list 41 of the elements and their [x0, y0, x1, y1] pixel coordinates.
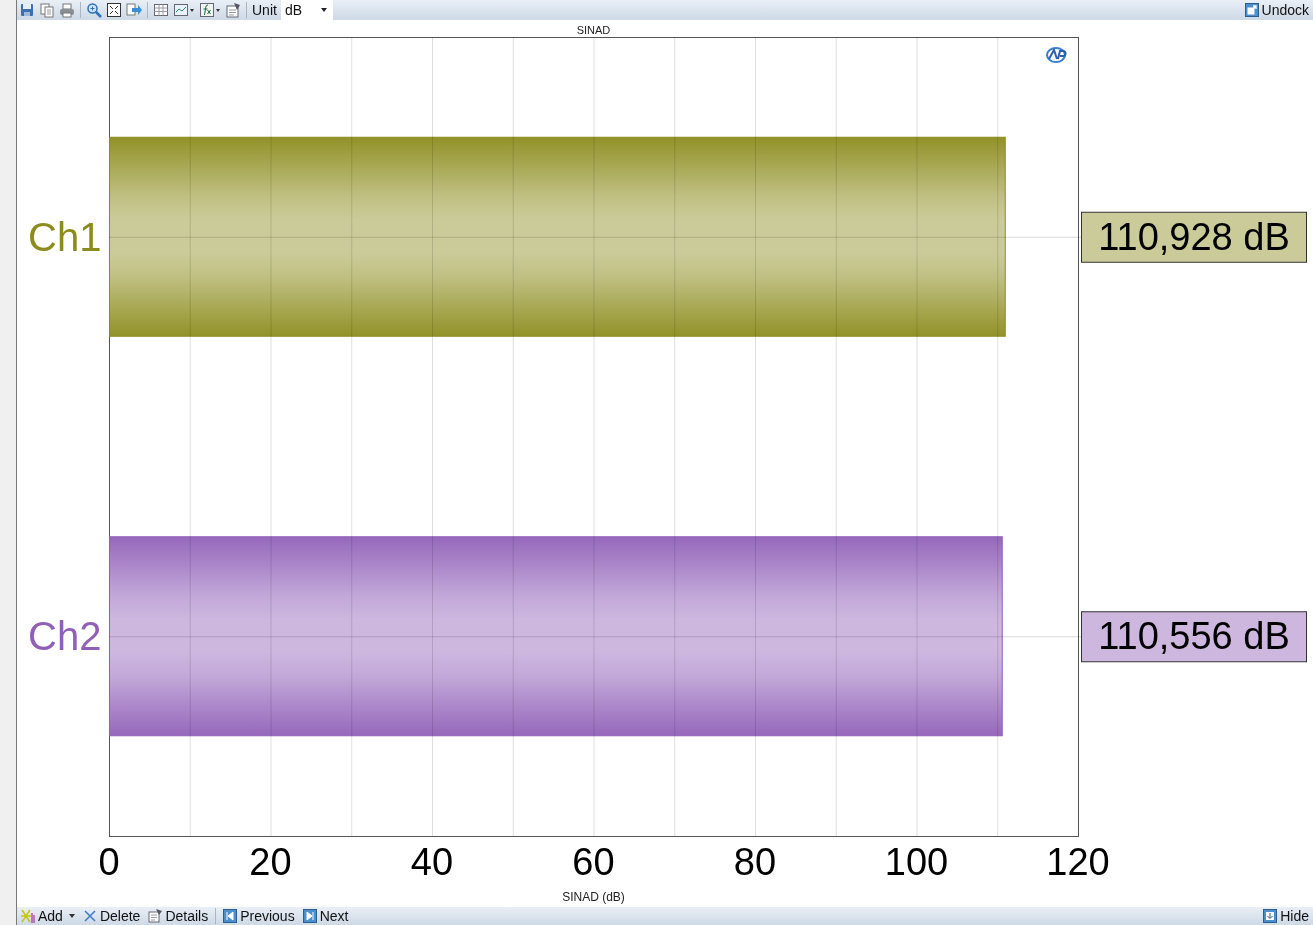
previous-icon — [223, 909, 238, 923]
next-icon — [302, 909, 317, 923]
function-dropdown-icon[interactable] — [199, 2, 221, 18]
channel-label: Ch2 — [28, 614, 102, 659]
delete-button[interactable]: Delete — [78, 907, 145, 925]
caret-icon — [68, 914, 75, 918]
next-button[interactable]: Next — [298, 907, 353, 925]
details-icon — [148, 909, 163, 923]
tick-label: 60 — [572, 841, 615, 883]
tick-label: 100 — [884, 841, 949, 883]
tick-label: 0 — [98, 841, 120, 883]
chart-title: SINAD — [576, 24, 611, 36]
copy-icon[interactable] — [39, 2, 55, 18]
unit-label: Unit — [252, 2, 277, 18]
logo-icon — [1046, 47, 1067, 63]
tick-label: 40 — [410, 841, 454, 883]
tick-label: 20 — [249, 841, 292, 883]
tick-label: 120 — [1046, 841, 1110, 883]
graph-dropdown-icon[interactable] — [173, 2, 195, 18]
add-button[interactable]: Add — [17, 907, 79, 925]
table-icon[interactable] — [153, 2, 169, 18]
tick-label: 80 — [733, 841, 777, 883]
zoom-in-icon[interactable] — [86, 2, 102, 18]
channel-label: Ch1 — [28, 214, 102, 259]
save-icon[interactable] — [19, 2, 35, 18]
previous-button[interactable]: Previous — [219, 907, 299, 925]
undock-icon — [1244, 3, 1259, 17]
details-button[interactable]: Details — [144, 907, 213, 925]
fit-icon[interactable] — [106, 2, 122, 18]
value-label: 110,556 dB — [1081, 611, 1307, 663]
printer-icon[interactable] — [59, 2, 75, 18]
hide-button[interactable]: Hide — [1259, 907, 1313, 925]
undock-button[interactable]: Undock — [1240, 1, 1313, 19]
properties-icon[interactable] — [225, 2, 241, 18]
axis-title: SINAD (dB) — [562, 890, 625, 904]
unit-dropdown[interactable]: dB — [280, 0, 333, 20]
add-icon — [21, 909, 35, 923]
value-label: 110,928 dB — [1081, 211, 1307, 263]
hide-icon — [1263, 909, 1278, 923]
caret-icon — [320, 8, 327, 12]
delete-icon — [82, 909, 97, 923]
